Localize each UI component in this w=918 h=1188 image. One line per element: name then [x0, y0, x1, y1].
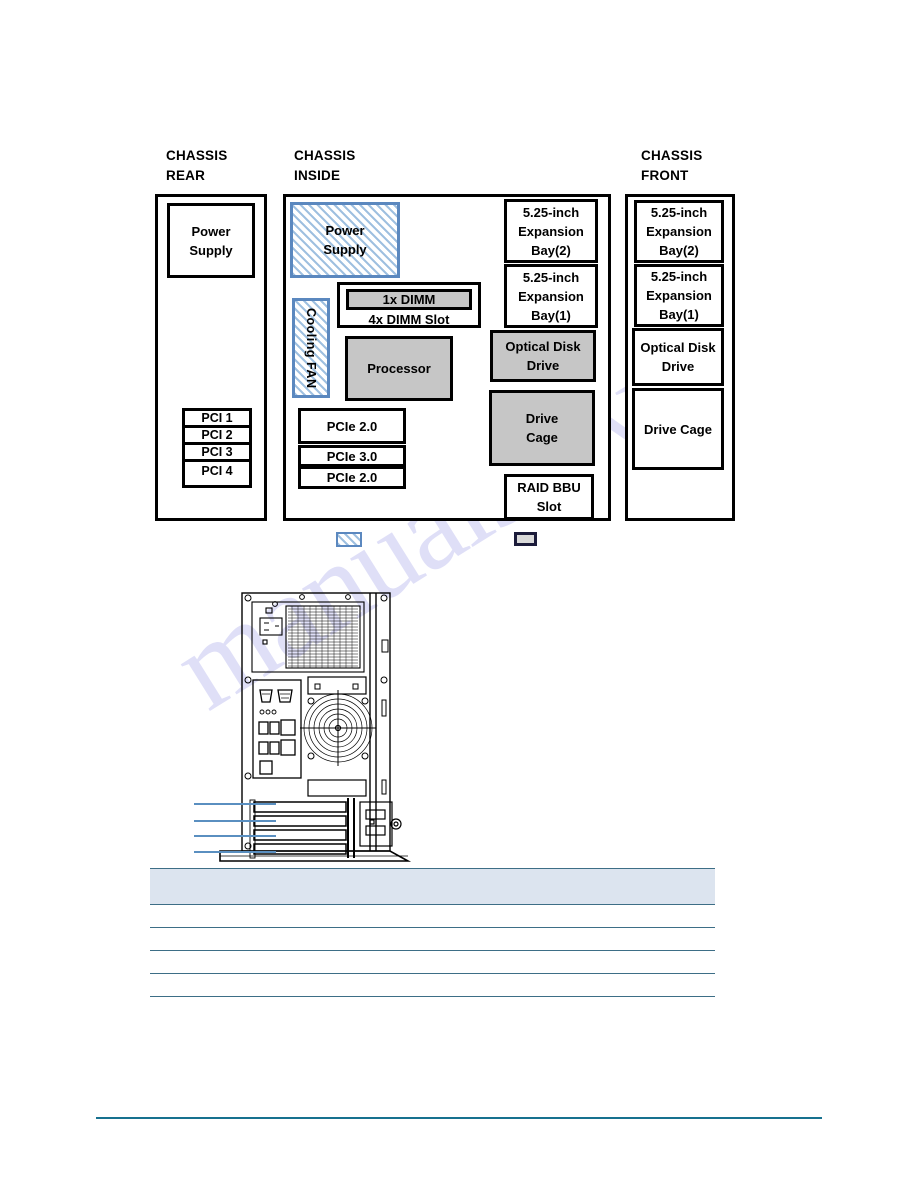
chassis-layout-diagram: CHASSIS REAR CHASSIS INSIDE CHASSIS FRON… — [0, 0, 918, 570]
table-row — [150, 904, 715, 928]
tower-callout-lines — [194, 803, 276, 853]
serial-port-icon — [259, 689, 273, 703]
inside-raid-bbu-slot: RAID BBU Slot — [504, 474, 594, 520]
lan-port-icon-2 — [280, 739, 296, 756]
lan-port-icon-1 — [280, 719, 296, 736]
inside-expansion-bay-2: 5.25-inch Expansion Bay(2) — [504, 199, 598, 263]
inside-dimm-module-group: 1x DIMM 4x DIMM Slot — [337, 282, 481, 328]
table-cell — [336, 904, 523, 928]
inside-power-supply-box: Power Supply — [290, 202, 400, 278]
usb-port-icon-3 — [258, 741, 269, 755]
table-cell — [150, 904, 337, 928]
usb-port-icon-2 — [269, 721, 280, 735]
usb-port-icon-4 — [269, 741, 280, 755]
rear-pci-slot-stack: PCI 1 PCI 2 PCI 3 PCI 4 — [182, 408, 252, 488]
management-port-icon — [259, 760, 273, 775]
tower-system-fan-area — [307, 676, 367, 797]
rear-power-supply-box: Power Supply — [167, 203, 255, 278]
inside-dimm-slot-label: 4x DIMM Slot — [368, 312, 450, 327]
column-title-chassis-rear: CHASSIS REAR — [166, 148, 228, 183]
column-title-chassis-front: CHASSIS FRONT — [641, 148, 703, 183]
front-optical-disk-drive: Optical Disk Drive — [632, 328, 724, 386]
page-footer-rule — [96, 1117, 822, 1119]
pci-slot-2: PCI 2 — [185, 428, 249, 445]
front-drive-cage: Drive Cage — [632, 388, 724, 470]
table-cell — [522, 973, 715, 997]
table-header-cell-3 — [522, 868, 715, 905]
table-row — [150, 927, 715, 951]
inside-processor-box: Processor — [345, 336, 453, 401]
table-header-cell-2 — [336, 868, 523, 905]
server-tower-rear-illustration — [194, 592, 412, 862]
specification-table — [150, 868, 715, 997]
tower-psu-vent-mesh — [291, 606, 353, 668]
tower-psu-region — [251, 601, 365, 673]
inside-dimm-installed: 1x DIMM — [346, 289, 472, 310]
table-cell — [522, 950, 715, 974]
table-cell — [336, 950, 523, 974]
usb-port-icon-1 — [258, 721, 269, 735]
front-expansion-bay-2: 5.25-inch Expansion Bay(2) — [634, 200, 724, 263]
tower-expansion-slot-covers — [253, 798, 355, 858]
table-cell — [336, 973, 523, 997]
column-title-chassis-inside: CHASSIS INSIDE — [294, 148, 356, 183]
table-cell — [150, 973, 337, 997]
legend-swatch-hatched — [336, 532, 362, 547]
table-cell — [150, 927, 337, 951]
tower-rear-io-panel — [252, 679, 302, 779]
table-cell — [150, 950, 337, 974]
pci-slot-1: PCI 1 — [185, 411, 249, 428]
inside-optical-disk-drive: Optical Disk Drive — [490, 330, 596, 382]
inside-drive-cage: Drive Cage — [489, 390, 595, 466]
inside-expansion-bay-1: 5.25-inch Expansion Bay(1) — [504, 264, 598, 328]
vga-port-icon — [277, 689, 293, 703]
audio-jacks-icon — [259, 709, 277, 715]
inside-cooling-fan-box: Cooling FAN — [292, 298, 330, 398]
tower-system-fan-grille — [300, 690, 376, 766]
legend-swatch-solid — [514, 532, 537, 546]
table-cell — [522, 904, 715, 928]
inside-pcie-slot-1: PCIe 2.0 — [298, 408, 406, 444]
inside-pcie-slot-3: PCIe 2.0 — [298, 466, 406, 489]
table-header-cell-1 — [150, 868, 337, 905]
front-expansion-bay-1: 5.25-inch Expansion Bay(1) — [634, 264, 724, 327]
table-row — [150, 950, 715, 974]
pci-slot-4: PCI 4 — [201, 463, 233, 478]
table-header-row — [150, 868, 715, 905]
table-cell — [522, 927, 715, 951]
inside-pcie-slot-2: PCIe 3.0 — [298, 445, 406, 467]
tower-side-latch — [359, 801, 402, 847]
tower-psu-vent-grille — [288, 608, 358, 667]
table-cell — [336, 927, 523, 951]
pci-slot-3: PCI 3 — [185, 445, 249, 462]
table-row — [150, 973, 715, 997]
